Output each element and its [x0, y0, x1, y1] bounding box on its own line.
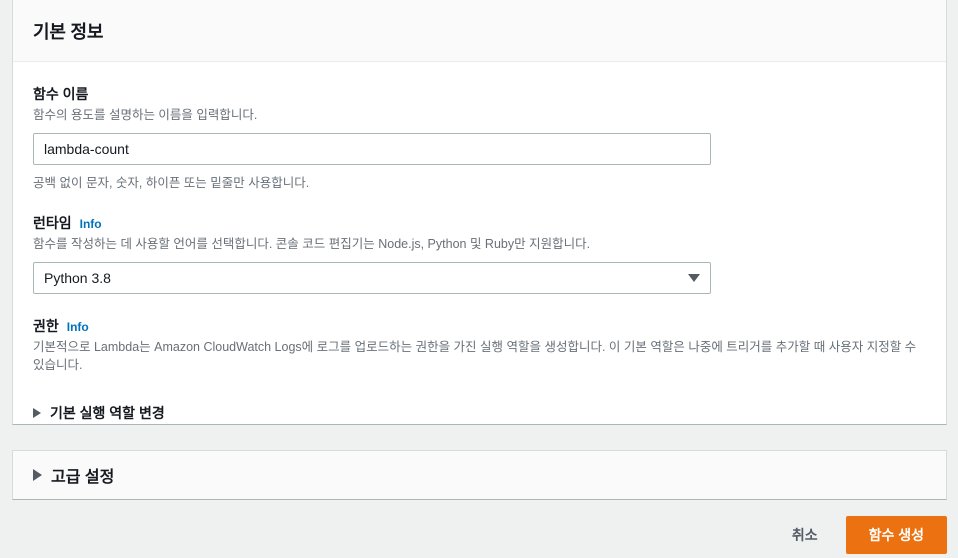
runtime-select[interactable]: Python 3.8 [33, 261, 711, 294]
runtime-description: 함수를 작성하는 데 사용할 언어를 선택합니다. 콘솔 코드 편집기는 Nod… [33, 236, 591, 251]
advanced-settings-label: 고급 설정 [51, 469, 115, 486]
runtime-field-group: 런타임 Info 함수를 작성하는 데 사용할 언어를 선택합니다. 콘솔 코드… [33, 213, 926, 294]
cancel-button[interactable]: 취소 [782, 519, 828, 551]
change-default-execution-role-label: 기본 실행 역할 변경 [50, 405, 165, 421]
function-name-label: 함수 이름 [33, 86, 89, 102]
create-function-button[interactable]: 함수 생성 [845, 516, 947, 554]
runtime-selected-value: Python 3.8 [44, 269, 111, 286]
triangle-right-icon [33, 408, 41, 418]
permissions-info-link[interactable]: Info [67, 320, 89, 334]
form-footer: 취소 함수 생성 [0, 512, 958, 558]
runtime-select-wrapper: Python 3.8 [33, 261, 711, 294]
basic-info-panel: 기본 정보 함수 이름 함수의 용도를 설명하는 이름을 입력합니다. 공백 없… [12, 0, 947, 425]
function-name-input[interactable] [33, 132, 711, 165]
change-default-execution-role-expander[interactable]: 기본 실행 역할 변경 [33, 401, 926, 425]
runtime-label: 런타임 [33, 214, 72, 231]
function-name-label-row: 함수 이름 [33, 84, 926, 104]
function-name-field-group: 함수 이름 함수의 용도를 설명하는 이름을 입력합니다. 공백 없이 문자, … [33, 84, 926, 191]
runtime-label-row: 런타임 Info [33, 213, 926, 233]
triangle-right-icon [33, 469, 42, 481]
function-name-description: 함수의 용도를 설명하는 이름을 입력합니다. [33, 108, 258, 122]
permissions-description: 기본적으로 Lambda는 Amazon CloudWatch Logs에 로그… [33, 339, 917, 373]
advanced-settings-panel[interactable]: 고급 설정 [12, 450, 947, 500]
permissions-label: 권한 [33, 317, 59, 334]
permissions-field-group: 권한 Info 기본적으로 Lambda는 Amazon CloudWatch … [33, 316, 926, 426]
page-title: 기본 정보 [33, 21, 104, 42]
basic-info-body: 함수 이름 함수의 용도를 설명하는 이름을 입력합니다. 공백 없이 문자, … [13, 62, 946, 425]
basic-info-header: 기본 정보 [13, 0, 946, 62]
advanced-settings-expander[interactable]: 고급 설정 [33, 461, 114, 489]
runtime-info-link[interactable]: Info [80, 217, 102, 231]
function-name-hint: 공백 없이 문자, 숫자, 하이픈 또는 밑줄만 사용합니다. [33, 175, 310, 190]
permissions-label-row: 권한 Info [33, 316, 926, 336]
